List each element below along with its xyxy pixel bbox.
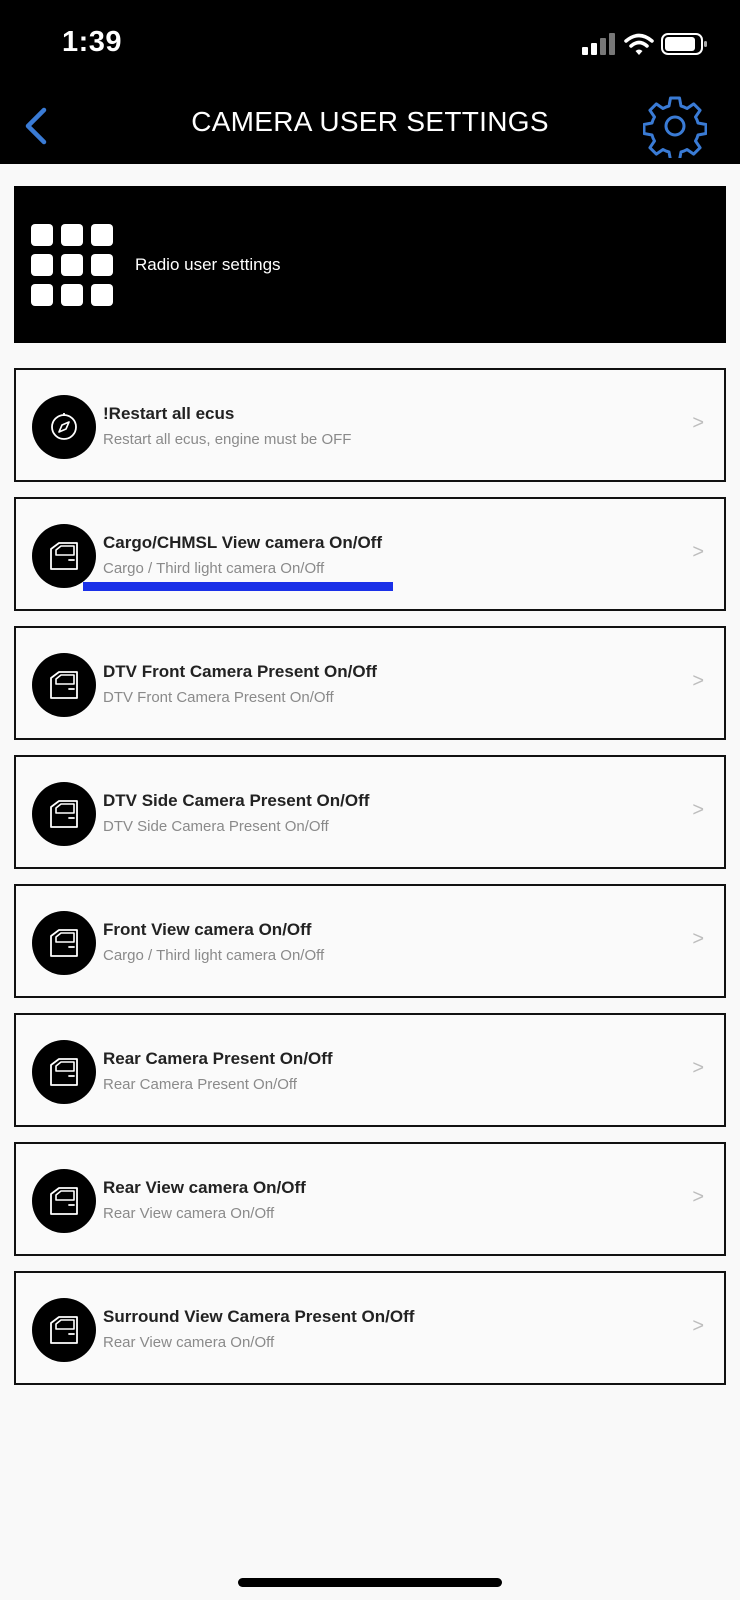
list-item-subtitle: Restart all ecus, engine must be OFF <box>103 431 352 448</box>
cellular-signal-icon <box>582 33 615 55</box>
status-bar: 1:39 <box>0 0 740 88</box>
list-item-subtitle: Cargo / Third light camera On/Off <box>103 560 325 577</box>
list-item-subtitle: Cargo / Third light camera On/Off <box>103 947 325 964</box>
car-door-icon <box>32 524 96 588</box>
list-item-title: Surround View Camera Present On/Off <box>103 1307 415 1326</box>
nav-bar: CAMERA USER SETTINGS <box>0 88 740 164</box>
list-item-rear-view-camera[interactable]: Rear View camera On/Off Rear View camera… <box>14 1142 726 1256</box>
list-item-subtitle: Rear View camera On/Off <box>103 1334 275 1351</box>
list-item-restart-all-ecus[interactable]: !Restart all ecus Restart all ecus, engi… <box>14 368 726 482</box>
page-title: CAMERA USER SETTINGS <box>191 106 549 137</box>
back-button[interactable] <box>14 102 62 150</box>
list-item-front-view-camera[interactable]: Front View camera On/Off Cargo / Third l… <box>14 884 726 998</box>
list-item-subtitle: Rear Camera Present On/Off <box>103 1076 297 1093</box>
radio-user-settings-label: Radio user settings <box>135 255 281 274</box>
home-indicator <box>238 1578 502 1587</box>
chevron-right-icon: > <box>692 1057 704 1079</box>
car-door-icon <box>32 1169 96 1233</box>
battery-icon <box>661 33 707 55</box>
list-item-subtitle: DTV Side Camera Present On/Off <box>103 818 329 835</box>
car-door-icon <box>32 782 96 846</box>
list-item-title: Rear Camera Present On/Off <box>103 1049 333 1068</box>
chevron-right-icon: > <box>692 412 704 434</box>
settings-button[interactable] <box>642 94 708 162</box>
car-door-icon <box>32 911 96 975</box>
highlight-underline <box>83 582 393 591</box>
list-item-title: !Restart all ecus <box>103 404 235 423</box>
car-door-icon <box>32 1298 96 1362</box>
chevron-right-icon: > <box>692 1186 704 1208</box>
car-door-icon <box>32 1040 96 1104</box>
list-item-title: DTV Front Camera Present On/Off <box>103 662 377 681</box>
gear-icon <box>642 96 708 162</box>
list-item-title: Front View camera On/Off <box>103 920 312 939</box>
chevron-right-icon: > <box>692 928 704 950</box>
chevron-right-icon: > <box>692 1315 704 1337</box>
list-item-subtitle: Rear View camera On/Off <box>103 1205 275 1222</box>
chevron-right-icon: > <box>692 670 704 692</box>
list-item-title: Cargo/CHMSL View camera On/Off <box>103 533 382 552</box>
settings-list: !Restart all ecus Restart all ecus, engi… <box>14 368 726 1400</box>
grid-icon <box>31 224 113 306</box>
list-item-cargo-chmsl-view-camera[interactable]: Cargo/CHMSL View camera On/Off Cargo / T… <box>14 497 726 611</box>
chevron-right-icon: > <box>692 541 704 563</box>
list-item-dtv-side-camera[interactable]: DTV Side Camera Present On/Off DTV Side … <box>14 755 726 869</box>
list-item-dtv-front-camera[interactable]: DTV Front Camera Present On/Off DTV Fron… <box>14 626 726 740</box>
list-item-subtitle: DTV Front Camera Present On/Off <box>103 689 334 706</box>
list-item-surround-view-camera[interactable]: Surround View Camera Present On/Off Rear… <box>14 1271 726 1385</box>
chevron-left-icon <box>25 107 47 145</box>
car-door-icon <box>32 653 96 717</box>
list-item-title: DTV Side Camera Present On/Off <box>103 791 370 810</box>
list-item-rear-camera-present[interactable]: Rear Camera Present On/Off Rear Camera P… <box>14 1013 726 1127</box>
status-time: 1:39 <box>62 26 123 58</box>
list-item-title: Rear View camera On/Off <box>103 1178 306 1197</box>
wifi-icon <box>624 33 654 55</box>
chevron-right-icon: > <box>692 799 704 821</box>
radio-user-settings-tile[interactable]: Radio user settings <box>14 186 726 343</box>
compass-icon <box>32 395 96 459</box>
